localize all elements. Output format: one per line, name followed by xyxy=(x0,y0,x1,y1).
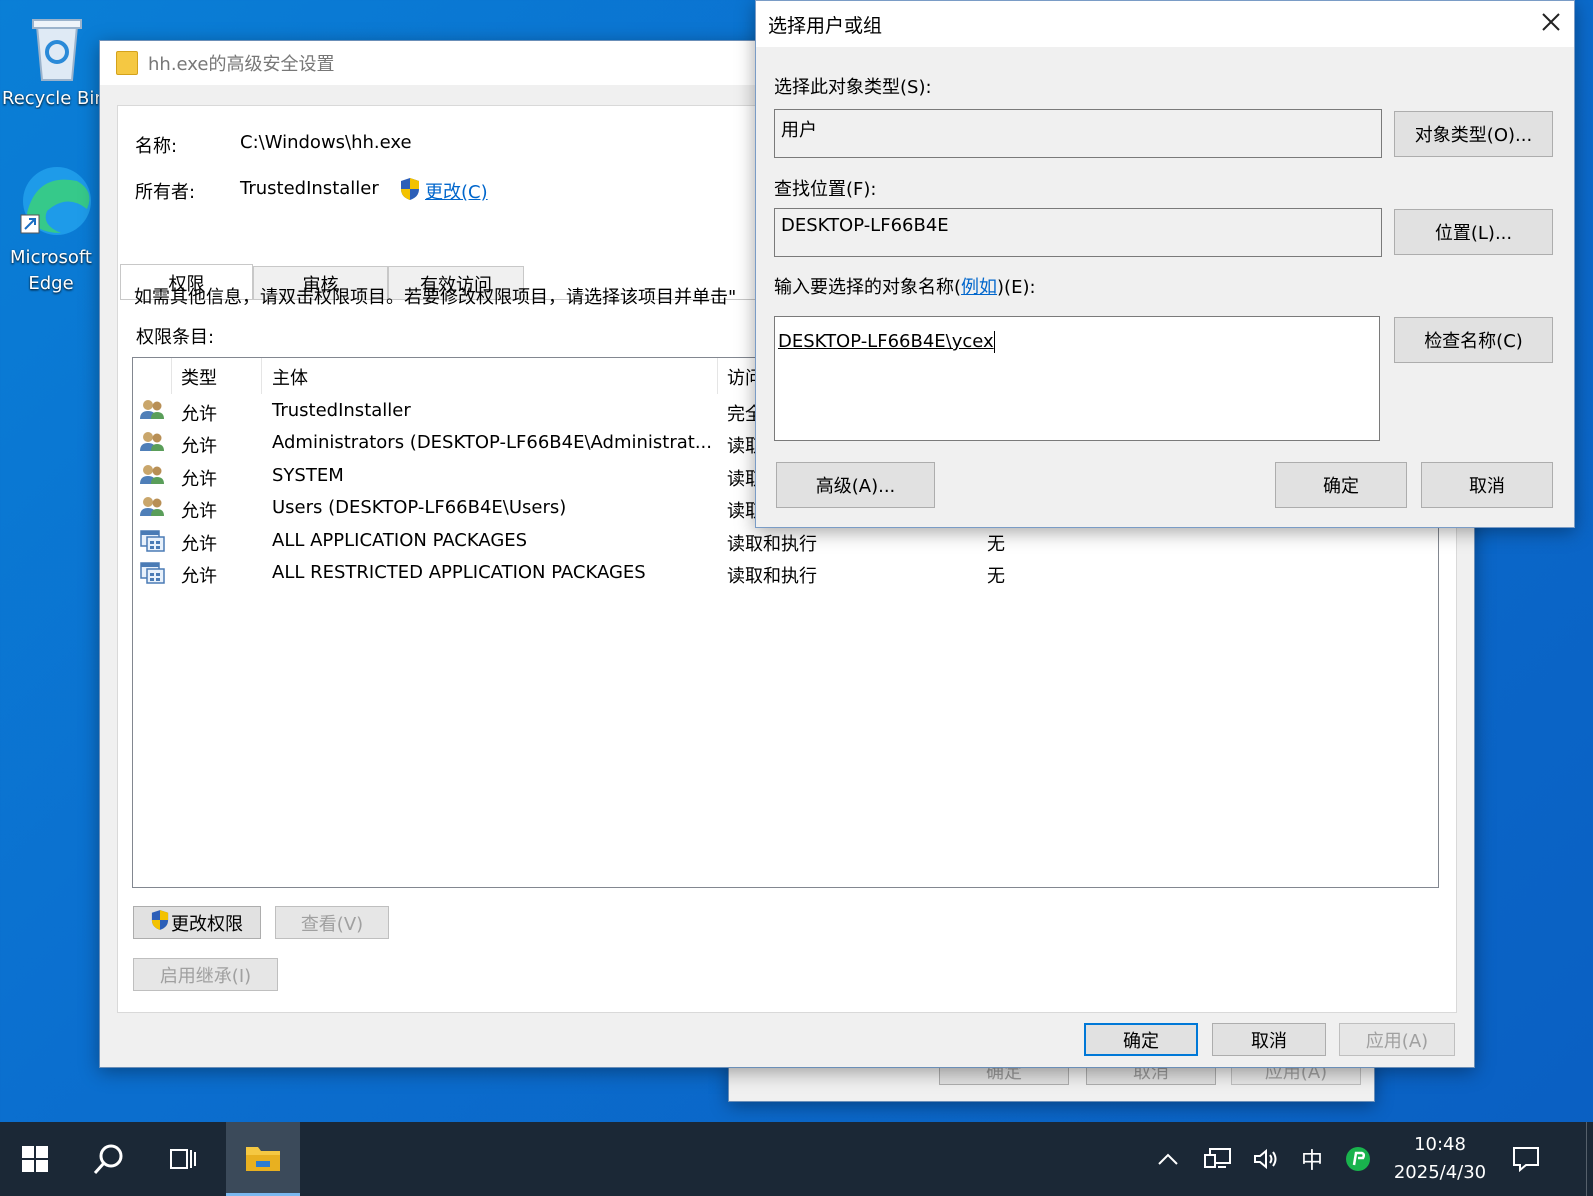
window-title: hh.exe的高级安全设置 xyxy=(148,54,335,75)
windows-logo-icon xyxy=(22,1146,48,1172)
enable-inheritance-button[interactable]: 启用继承(I) xyxy=(133,958,278,991)
row-type: 允许 xyxy=(181,501,217,523)
search-button[interactable] xyxy=(78,1122,140,1196)
dialog-cancel-button[interactable]: 取消 xyxy=(1421,462,1553,508)
network-icon xyxy=(1204,1148,1231,1168)
taskbar: 中 10:48 2025/4/30 xyxy=(0,1122,1593,1196)
locations-button[interactable]: 位置(L)... xyxy=(1394,209,1553,255)
notification-icon xyxy=(1513,1147,1539,1172)
show-desktop-button[interactable] xyxy=(1586,1122,1593,1196)
users-icon xyxy=(139,431,165,458)
enter-names-label-after: )(E): xyxy=(997,277,1036,298)
edge-icon xyxy=(17,163,97,241)
row-principal: Users (DESKTOP-LF66B4E\Users) xyxy=(272,497,567,519)
row-type: 允许 xyxy=(181,566,217,587)
desktop-icon-label: Microsoft Edge xyxy=(10,247,92,294)
owner-change-link[interactable]: 更改(C) xyxy=(425,178,488,204)
packages-icon xyxy=(139,529,165,558)
column-divider xyxy=(717,358,718,394)
row-access: 读取和执行 xyxy=(727,566,817,587)
file-explorer-icon xyxy=(246,1146,280,1171)
task-view-icon xyxy=(170,1149,196,1169)
action-center-button[interactable] xyxy=(1502,1122,1550,1196)
entries-label: 权限条目: xyxy=(136,327,215,348)
dialog-ok-button[interactable]: 确定 xyxy=(1275,462,1407,508)
apply-button[interactable]: 应用(A) xyxy=(1339,1023,1455,1056)
users-icon xyxy=(139,399,165,426)
show-hidden-icons-button[interactable] xyxy=(1150,1122,1186,1196)
network-button[interactable] xyxy=(1198,1122,1238,1196)
row-principal: Administrators (DESKTOP-LF66B4E\Administ… xyxy=(272,432,712,454)
green-app-icon xyxy=(1346,1147,1370,1171)
start-button[interactable] xyxy=(0,1122,70,1196)
taskbar-file-explorer[interactable] xyxy=(226,1122,300,1196)
row-type: 允许 xyxy=(181,404,217,425)
row-type: 允许 xyxy=(181,436,217,458)
check-names-button[interactable]: 检查名称(C) xyxy=(1394,317,1553,363)
folder-icon xyxy=(116,51,138,75)
row-inherited-from: 无 xyxy=(987,533,1005,555)
close-icon[interactable] xyxy=(1540,11,1562,38)
enter-names-label-before: 输入要选择的对象名称( xyxy=(774,277,962,298)
chevron-up-icon xyxy=(1158,1153,1178,1165)
table-row[interactable]: 允许 ALL APPLICATION PACKAGES 读取和执行 无 xyxy=(133,526,1438,558)
desktop-icon-edge[interactable]: Microsoft Edge xyxy=(2,163,112,297)
packages-icon xyxy=(139,561,165,590)
clock-date: 2025/4/30 xyxy=(1393,1162,1487,1183)
location-field: DESKTOP-LF66B4E xyxy=(774,208,1382,257)
users-icon xyxy=(139,496,165,523)
clock[interactable]: 10:48 2025/4/30 xyxy=(1388,1122,1492,1196)
ime-indicator[interactable]: 中 xyxy=(1292,1122,1332,1196)
tray-app-button[interactable] xyxy=(1338,1122,1378,1196)
name-value: C:\Windows\hh.exe xyxy=(240,132,412,153)
row-type: 允许 xyxy=(181,468,217,490)
column-divider xyxy=(171,358,172,394)
object-type-field: 用户 xyxy=(774,109,1382,158)
cancel-button[interactable]: 取消 xyxy=(1212,1023,1326,1056)
column-divider xyxy=(261,358,262,394)
object-names-input[interactable]: DESKTOP-LF66B4E\ycex xyxy=(774,316,1380,441)
select-users-dialog: 选择用户或组 选择此对象类型(S): 用户 对象类型(O)... 查找位置(F)… xyxy=(755,0,1575,528)
task-view-button[interactable] xyxy=(152,1122,214,1196)
row-access: 读取和执行 xyxy=(727,533,817,555)
info-text: 如需其他信息，请双击权限项目。若要修改权限项目，请选择该项目并单击" xyxy=(134,287,737,308)
object-types-button[interactable]: 对象类型(O)... xyxy=(1394,111,1553,157)
ok-button[interactable]: 确定 xyxy=(1084,1023,1198,1056)
change-permissions-label: 更改权限 xyxy=(171,913,243,935)
location-label: 查找位置(F): xyxy=(774,179,877,200)
search-icon xyxy=(93,1144,123,1175)
desktop-icon-recycle-bin[interactable]: Recycle Bin xyxy=(2,12,112,109)
shield-icon xyxy=(400,177,420,206)
object-type-label: 选择此对象类型(S): xyxy=(774,77,932,98)
volume-button[interactable] xyxy=(1246,1122,1286,1196)
users-icon xyxy=(139,464,165,491)
dialog-title-bar[interactable]: 选择用户或组 xyxy=(756,1,1574,47)
row-type: 允许 xyxy=(181,533,217,555)
change-permissions-button[interactable]: 更改权限 xyxy=(133,906,261,939)
name-label: 名称: xyxy=(135,136,178,157)
row-principal: ALL APPLICATION PACKAGES xyxy=(272,529,528,551)
owner-label: 所有者: xyxy=(135,182,196,203)
dialog-title: 选择用户或组 xyxy=(768,14,883,37)
view-button[interactable]: 查看(V) xyxy=(275,906,389,939)
column-header-type[interactable]: 类型 xyxy=(181,364,217,390)
row-inherited-from: 无 xyxy=(987,566,1005,587)
shield-icon xyxy=(151,909,169,936)
desktop-icon-label: Recycle Bin xyxy=(2,88,100,109)
object-names-value: DESKTOP-LF66B4E\ycex xyxy=(778,331,994,352)
column-header-principal[interactable]: 主体 xyxy=(272,364,308,390)
text-cursor xyxy=(993,331,995,353)
row-principal: ALL RESTRICTED APPLICATION PACKAGES xyxy=(272,562,646,583)
table-row[interactable]: 允许 ALL RESTRICTED APPLICATION PACKAGES 读取和… xyxy=(133,558,1438,590)
row-principal: TrustedInstaller xyxy=(272,400,411,421)
volume-icon xyxy=(1254,1148,1277,1170)
advanced-button[interactable]: 高级(A)... xyxy=(776,462,935,508)
owner-value: TrustedInstaller xyxy=(240,178,379,199)
recycle-bin-icon xyxy=(27,12,87,84)
clock-time: 10:48 xyxy=(1414,1134,1466,1155)
row-principal: SYSTEM xyxy=(272,464,344,486)
examples-link[interactable]: 例如 xyxy=(961,277,997,298)
enter-names-label: 输入要选择的对象名称(例如)(E): xyxy=(774,273,1036,299)
